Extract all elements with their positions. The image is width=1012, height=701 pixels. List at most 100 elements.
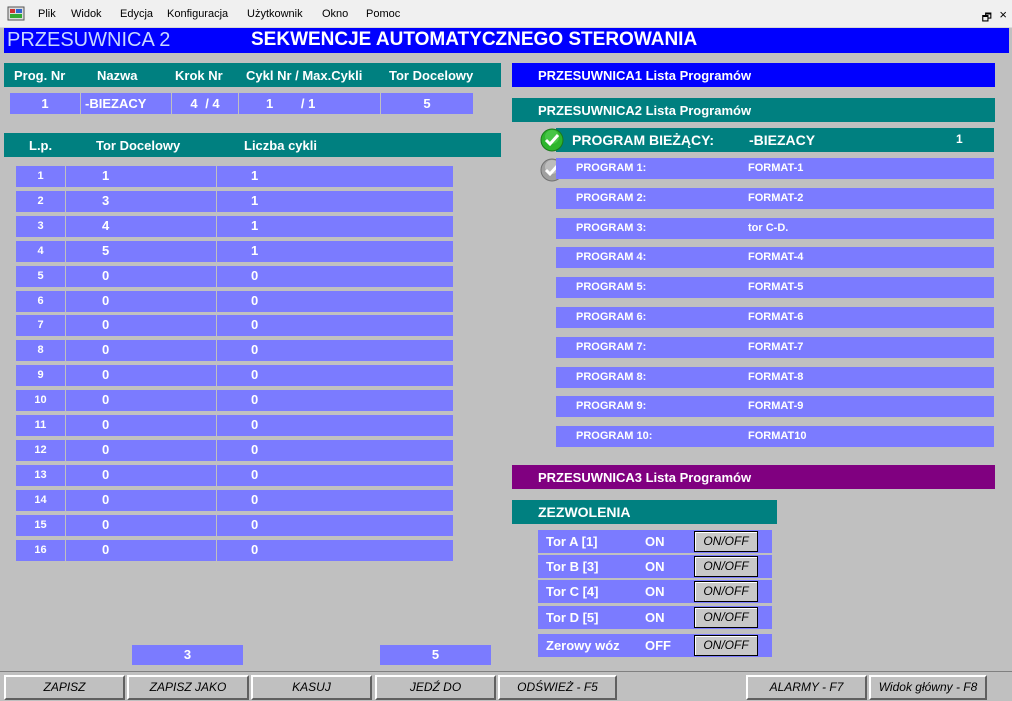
przesuwnica1-list-header[interactable]: PRZESUWNICA1 Lista Programów — [512, 63, 995, 87]
program-value: FORMAT10 — [748, 430, 807, 443]
row-liczba-cykli[interactable]: 0 — [218, 515, 453, 536]
przesuwnica3-list-header[interactable]: PRZESUWNICA3 Lista Programów — [512, 465, 995, 489]
menu-okno[interactable]: Okno — [322, 8, 348, 20]
menu-bar: Plik Widok Edycja Konfiguracja Użytkowni… — [0, 0, 1012, 28]
toggle-on-off-button[interactable]: ON/OFF — [694, 531, 758, 552]
table-row[interactable]: 451 — [16, 240, 453, 262]
toggle-on-off-button[interactable]: ON/OFF — [694, 556, 758, 577]
row-tor-docelowy[interactable]: 0 — [67, 390, 217, 412]
row-liczba-cykli[interactable]: 0 — [218, 415, 453, 436]
header-tor: Tor Docelowy — [389, 68, 474, 83]
row-liczba-cykli[interactable]: 1 — [218, 191, 453, 212]
toggle-on-off-button[interactable]: ON/OFF — [694, 581, 758, 602]
restore-window-icon[interactable]: 🗗 — [982, 9, 992, 28]
go-to-button[interactable]: JEDŹ DO — [375, 675, 496, 700]
przesuwnica2-list-header[interactable]: PRZESUWNICA2 Lista Programów — [512, 98, 995, 122]
row-tor-docelowy[interactable]: 0 — [67, 489, 217, 511]
row-tor-docelowy[interactable]: 4 — [67, 215, 217, 237]
program-item[interactable]: PROGRAM 6: FORMAT-6 — [556, 307, 994, 328]
status-header: Prog. Nr Nazwa Krok Nr Cykl Nr / Max.Cyk… — [4, 63, 501, 87]
menu-konfiguracja[interactable]: Konfiguracja — [167, 8, 228, 20]
row-liczba-cykli[interactable]: 0 — [218, 490, 453, 511]
table-row[interactable]: 111 — [16, 166, 453, 187]
row-tor-docelowy[interactable]: 0 — [67, 514, 217, 536]
header-tor-docelowy: Tor Docelowy — [96, 138, 181, 153]
row-liczba-cykli[interactable]: 0 — [218, 365, 453, 386]
row-tor-docelowy[interactable]: 3 — [67, 190, 217, 212]
program-item[interactable]: PROGRAM 1: FORMAT-1 — [556, 158, 994, 179]
program-value: FORMAT-2 — [748, 191, 804, 204]
table-row[interactable]: 14 0 0 — [16, 489, 453, 511]
row-tor-docelowy[interactable]: 0 — [67, 539, 217, 561]
main-view-button[interactable]: Widok główny - F8 — [869, 675, 987, 700]
row-tor-docelowy[interactable]: 0 — [67, 365, 217, 387]
program-item[interactable]: PROGRAM 9: FORMAT-9 — [556, 396, 994, 418]
toggle-on-off-button[interactable]: ON/OFF — [694, 607, 758, 628]
close-icon[interactable]: × — [999, 7, 1007, 22]
menu-edycja[interactable]: Edycja — [120, 8, 153, 20]
row-tor-docelowy[interactable]: 0 — [67, 340, 217, 362]
program-item[interactable]: PROGRAM 3: tor C-D. — [556, 217, 994, 239]
table-row[interactable]: 500 — [16, 265, 453, 287]
row-tor-docelowy[interactable]: 0 — [67, 315, 217, 337]
app-icon[interactable] — [6, 5, 26, 23]
row-lp: 3 — [16, 215, 66, 237]
program-label: PROGRAM 3: — [576, 221, 647, 234]
table-row[interactable]: 11 0 0 — [16, 415, 453, 436]
row-tor-docelowy[interactable]: 5 — [67, 240, 217, 262]
table-row[interactable]: 13 0 0 — [16, 464, 453, 486]
delete-button[interactable]: KASUJ — [251, 675, 372, 700]
row-liczba-cykli[interactable]: 0 — [218, 465, 453, 486]
program-item[interactable]: PROGRAM 7: FORMAT-7 — [556, 336, 994, 358]
refresh-button[interactable]: ODŚWIEŻ - F5 — [498, 675, 617, 700]
save-button[interactable]: ZAPISZ — [4, 675, 125, 700]
table-row[interactable]: 15 0 0 — [16, 514, 453, 536]
program-item[interactable]: PROGRAM 8: FORMAT-8 — [556, 366, 994, 388]
row-liczba-cykli[interactable]: 0 — [218, 440, 453, 461]
row-lp: 11 — [16, 415, 66, 436]
program-item[interactable]: PROGRAM 10: FORMAT10 — [556, 426, 994, 448]
row-liczba-cykli[interactable]: 0 — [218, 340, 453, 361]
row-tor-docelowy[interactable]: 1 — [67, 166, 217, 187]
menu-widok[interactable]: Widok — [71, 8, 102, 20]
table-row[interactable]: 341 — [16, 215, 453, 237]
row-tor-docelowy[interactable]: 0 — [67, 464, 217, 486]
row-liczba-cykli[interactable]: 0 — [218, 266, 453, 287]
current-program-label: PROGRAM BIEŻĄCY: — [572, 132, 715, 148]
row-lp: 9 — [16, 365, 66, 387]
program-value: FORMAT-6 — [748, 311, 804, 323]
alarms-button[interactable]: ALARMY - F7 — [746, 675, 867, 700]
save-as-button[interactable]: ZAPISZ JAKO — [127, 675, 249, 700]
program-item[interactable]: PROGRAM 2: FORMAT-2 — [556, 187, 994, 209]
menu-uzytkownik[interactable]: Użytkownik — [247, 8, 303, 20]
table-row[interactable]: 800 — [16, 340, 453, 362]
row-liczba-cykli[interactable]: 0 — [218, 315, 453, 336]
toggle-on-off-button[interactable]: ON/OFF — [694, 635, 758, 656]
menu-pomoc[interactable]: Pomoc — [366, 8, 400, 20]
table-row[interactable]: 700 — [16, 315, 453, 337]
table-row[interactable]: 900 — [16, 365, 453, 387]
row-liczba-cykli[interactable]: 0 — [218, 540, 453, 561]
row-tor-docelowy[interactable]: 0 — [67, 290, 217, 312]
menu-plik[interactable]: Plik — [38, 8, 56, 20]
row-lp: 14 — [16, 489, 66, 511]
table-row[interactable]: 10 0 0 — [16, 390, 453, 412]
program-item[interactable]: PROGRAM 5: FORMAT-5 — [556, 277, 994, 299]
permission-name: Tor C [4] — [546, 584, 599, 599]
row-liczba-cykli[interactable]: 0 — [218, 390, 453, 411]
row-tor-docelowy[interactable]: 0 — [67, 439, 217, 461]
table-row[interactable]: 16 0 0 — [16, 539, 453, 561]
row-tor-docelowy[interactable]: 0 — [67, 265, 217, 287]
row-liczba-cykli[interactable]: 1 — [218, 216, 453, 237]
row-liczba-cykli[interactable]: 0 — [218, 291, 453, 312]
row-liczba-cykli[interactable]: 1 — [218, 166, 453, 187]
permission-row: Tor C [4] ON ON/OFF — [538, 580, 772, 603]
row-tor-docelowy[interactable]: 0 — [67, 415, 217, 436]
table-row[interactable]: 600 — [16, 290, 453, 312]
krok-max: / 4 — [205, 96, 220, 111]
row-liczba-cykli[interactable]: 1 — [218, 241, 453, 262]
program-item[interactable]: PROGRAM 4: FORMAT-4 — [556, 247, 994, 269]
table-row[interactable]: 231 — [16, 190, 453, 212]
table-row[interactable]: 12 0 0 — [16, 439, 453, 461]
title-bar: PRZESUWNICA 2 SEKWENCJE AUTOMATYCZNEGO S… — [4, 28, 1009, 53]
